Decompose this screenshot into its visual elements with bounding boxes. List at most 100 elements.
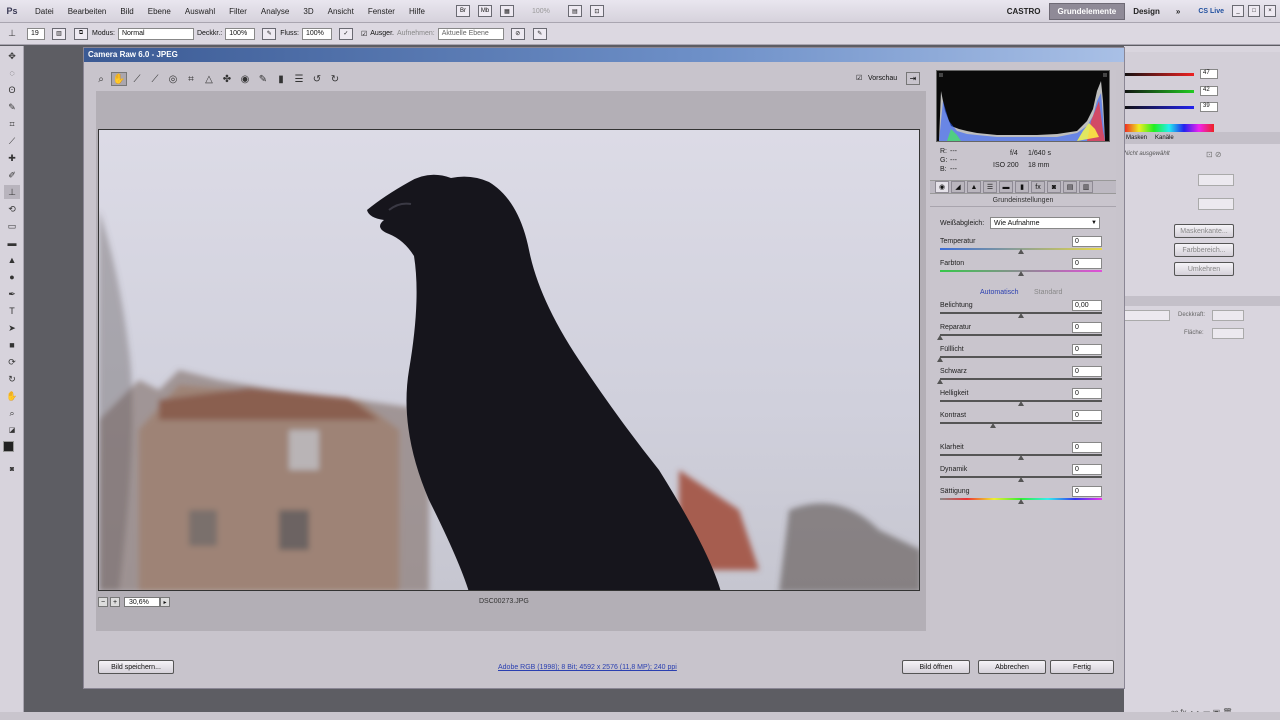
marquee-tool-icon[interactable]: ◌: [4, 66, 20, 80]
clone-stamp-tool-icon[interactable]: ⊥: [4, 27, 20, 41]
fluss-field[interactable]: 100%: [301, 27, 332, 40]
slider-7-thumb[interactable]: [990, 423, 997, 428]
workspace-castro[interactable]: CASTRO: [999, 4, 1049, 19]
type-tool-icon[interactable]: T: [4, 304, 20, 318]
slider-7-value[interactable]: 0: [1072, 410, 1102, 421]
shadow-clipping-icon[interactable]: [939, 73, 943, 77]
hand-tool-icon[interactable]: ✋: [111, 72, 127, 86]
tab-tone-curve-icon[interactable]: ◢: [951, 181, 965, 193]
ausger-checkbox[interactable]: ☑: [361, 30, 367, 38]
history-brush-tool-icon[interactable]: ⟲: [4, 202, 20, 216]
eraser-tool-icon[interactable]: ▭: [4, 219, 20, 233]
blue-slider[interactable]: [1124, 106, 1194, 109]
bridge-icon[interactable]: Br: [455, 5, 470, 17]
color-swatches[interactable]: [0, 439, 24, 459]
ignore-adjustment-icon[interactable]: ⊘: [510, 27, 525, 40]
workflow-options-link[interactable]: Adobe RGB (1998); 8 Bit; 4592 x 2576 (11…: [498, 664, 677, 671]
tab-kanale[interactable]: Kanäle: [1155, 135, 1174, 141]
crop-tool-icon[interactable]: ⌗: [4, 117, 20, 131]
slider-1-thumb[interactable]: [1018, 271, 1024, 276]
zoom-level-display[interactable]: 100%: [532, 8, 550, 15]
feather-field[interactable]: [1198, 198, 1234, 210]
deckkraft-field[interactable]: 100%: [225, 27, 256, 40]
slider-0-thumb[interactable]: [1018, 249, 1024, 254]
minibridge-icon[interactable]: Mb: [477, 5, 492, 17]
layers-opacity-field[interactable]: [1212, 310, 1244, 321]
farbbereich-button[interactable]: Farbbereich...: [1174, 243, 1234, 257]
adjustment-brush-icon[interactable]: ✎: [255, 72, 271, 86]
pressure-opacity-icon[interactable]: ✎: [262, 27, 277, 40]
slider-10-thumb[interactable]: [1018, 499, 1024, 504]
color-sampler-tool-icon[interactable]: ⟋: [147, 72, 163, 86]
aufnehmen-select[interactable]: Aktuelle Ebene: [437, 27, 504, 40]
open-image-button[interactable]: Bild öffnen: [902, 660, 970, 674]
clone-stamp-tool-icon[interactable]: ⊥: [4, 185, 20, 199]
blur-tool-icon[interactable]: ▲: [4, 253, 20, 267]
red-value[interactable]: 47: [1200, 69, 1218, 79]
crop-tool-icon[interactable]: ⌗: [183, 72, 199, 86]
menu-ebene[interactable]: Ebene: [141, 7, 178, 16]
white-balance-tool-icon[interactable]: ⟋: [129, 72, 145, 86]
slider-9-thumb[interactable]: [1018, 477, 1024, 482]
rotate-right-icon[interactable]: ↻: [327, 72, 343, 86]
slider-4-track[interactable]: [940, 356, 1102, 358]
slider-5-value[interactable]: 0: [1072, 366, 1102, 377]
slider-3-value[interactable]: 0: [1072, 322, 1102, 333]
slider-2-thumb[interactable]: [1018, 313, 1024, 318]
tab-hsl-icon[interactable]: ☰: [983, 181, 997, 193]
menu-bild[interactable]: Bild: [113, 7, 140, 16]
tab-detail-icon[interactable]: ▲: [967, 181, 981, 193]
highlight-clipping-icon[interactable]: [1103, 73, 1107, 77]
more-workspaces-button[interactable]: »: [1168, 4, 1188, 19]
quick-select-tool-icon[interactable]: ✎: [4, 100, 20, 114]
cancel-button[interactable]: Abbrechen: [978, 660, 1046, 674]
straighten-tool-icon[interactable]: △: [201, 72, 217, 86]
shape-tool-icon[interactable]: ■: [4, 338, 20, 352]
green-value[interactable]: 42: [1200, 86, 1218, 96]
photo-preview[interactable]: [98, 129, 920, 591]
maskenkante-button[interactable]: Maskenkante...: [1174, 224, 1234, 238]
save-image-button[interactable]: Bild speichern...: [98, 660, 174, 674]
tab-camera-calibration-icon[interactable]: ◙: [1047, 181, 1061, 193]
density-field[interactable]: [1198, 174, 1234, 186]
menu-fenster[interactable]: Fenster: [361, 7, 402, 16]
pen-tool-icon[interactable]: ✒: [4, 287, 20, 301]
graduated-filter-icon[interactable]: ▮: [273, 72, 289, 86]
umkehren-button[interactable]: Umkehren: [1174, 262, 1234, 276]
slider-3-thumb[interactable]: [937, 335, 943, 340]
green-slider[interactable]: [1124, 90, 1194, 93]
brush-panel-icon[interactable]: ▥: [52, 27, 66, 40]
default-link[interactable]: Standard: [1034, 289, 1062, 296]
zoom-tool-icon[interactable]: ⌕: [93, 72, 109, 86]
layers-fill-field[interactable]: [1212, 328, 1244, 339]
hand-tool-icon[interactable]: ✋: [4, 389, 20, 403]
vorschau-checkbox[interactable]: ☑: [856, 74, 862, 82]
preferences-icon[interactable]: ☰: [291, 72, 307, 86]
gradient-tool-icon[interactable]: ▬: [4, 236, 20, 250]
zoom-out-button[interactable]: −: [98, 597, 108, 607]
slider-7-track[interactable]: [940, 422, 1102, 424]
foreground-color-swatch[interactable]: [3, 441, 14, 452]
tab-effects-icon[interactable]: fx: [1031, 181, 1045, 193]
blue-value[interactable]: 39: [1200, 102, 1218, 112]
menu-hilfe[interactable]: Hilfe: [402, 7, 432, 16]
path-select-tool-icon[interactable]: ➤: [4, 321, 20, 335]
spot-removal-tool-icon[interactable]: ✤: [219, 72, 235, 86]
close-icon[interactable]: ×: [1264, 5, 1276, 17]
3d-rotate-tool-icon[interactable]: ⟳: [4, 355, 20, 369]
photoshop-logo[interactable]: Ps: [2, 1, 22, 21]
menu-datei[interactable]: Datei: [28, 7, 61, 16]
blend-mode-select[interactable]: [1124, 310, 1170, 321]
tab-presets-icon[interactable]: ▤: [1063, 181, 1077, 193]
slider-3-track[interactable]: [940, 334, 1102, 336]
airbrush-icon[interactable]: ✓: [338, 27, 353, 40]
slider-4-value[interactable]: 0: [1072, 344, 1102, 355]
wb-select[interactable]: Wie Aufnahme ▼: [990, 217, 1100, 229]
tab-masken[interactable]: Masken: [1126, 135, 1147, 141]
red-slider[interactable]: [1124, 73, 1194, 76]
workspace-grundelemente[interactable]: Grundelemente: [1048, 2, 1126, 20]
slider-5-track[interactable]: [940, 378, 1102, 380]
brush-tool-icon[interactable]: ✐: [4, 168, 20, 182]
pixel-mask-icon[interactable]: ⊡ ⊘: [1206, 150, 1222, 159]
menu-analyse[interactable]: Analyse: [254, 7, 296, 16]
